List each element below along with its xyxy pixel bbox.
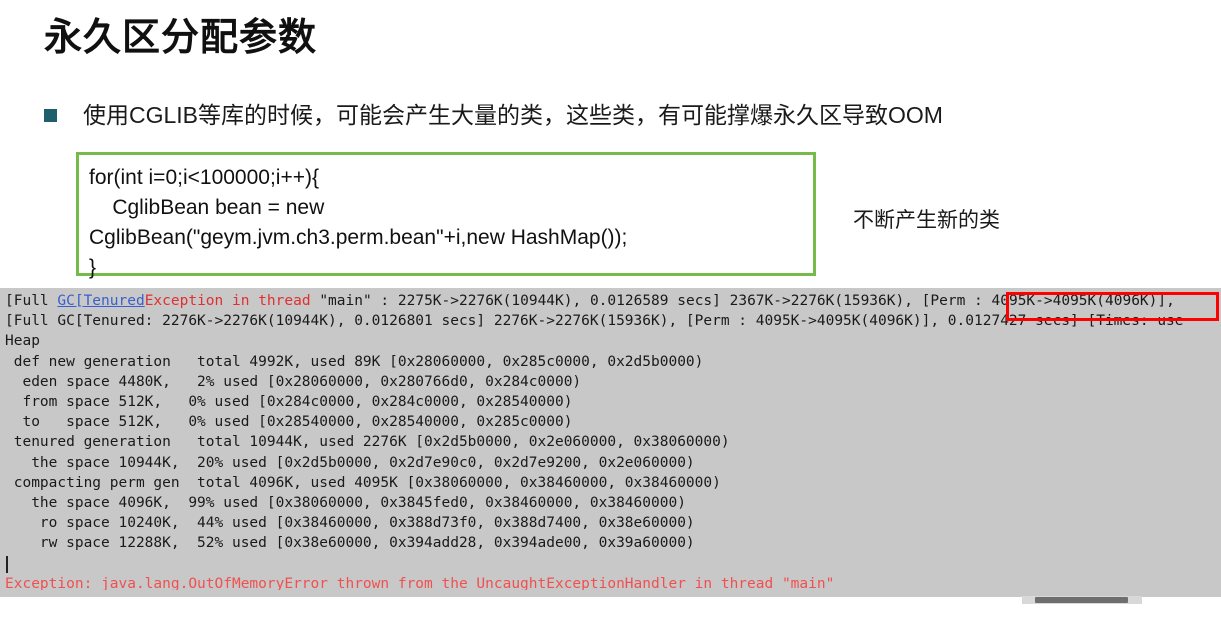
console-segment: : 2275K->2276K(10944K), 0.0126589 secs] … xyxy=(371,293,1175,309)
console-line-eden-space: eden space 4480K, 2% used [0x28060000, 0… xyxy=(5,373,582,390)
console-text-caret xyxy=(6,556,8,573)
console-line-gc-line-2: [Full GC[Tenured: 2276K->2276K(10944K), … xyxy=(5,313,1184,330)
console-output-panel[interactable]: [Full GC[TenuredException in thread "mai… xyxy=(0,288,1221,597)
console-line-perm-the-space: the space 4096K, 99% used [0x38060000, 0… xyxy=(5,495,686,511)
console-line-tenured-the-space: the space 10944K, 20% used [0x2d5b0000, … xyxy=(5,454,695,471)
console-line-compacting-perm-gen: compacting perm gen total 4096K, used 40… xyxy=(5,474,721,491)
code-snippet-box: for(int i=0;i<100000;i++){ CglibBean bea… xyxy=(76,152,816,279)
console-line-from-space: from space 512K, 0% used [0x284c0000, 0x… xyxy=(5,394,573,410)
bullet-item-label: 使用CGLIB等库的时候，可能会产生大量的类，这些类，有可能撑爆永久区导致OOM xyxy=(83,102,943,128)
console-segment[interactable]: GC[Tenured xyxy=(57,293,144,309)
code-snippet-text: for(int i=0;i<100000;i++){ CglibBean bea… xyxy=(89,166,628,279)
horizontal-scrollbar-thumb[interactable] xyxy=(1035,597,1128,603)
console-segment: Exception in thread xyxy=(144,293,320,309)
console-line-tenured-generation: tenured generation total 10944K, used 22… xyxy=(5,434,730,451)
slide-area: 永久区分配参数 使用CGLIB等库的时候，可能会产生大量的类，这些类，有可能撑爆… xyxy=(0,0,1221,288)
console-line-heap-header: Heap xyxy=(5,333,40,350)
console-line-to-space: to space 512K, 0% used [0x28540000, 0x28… xyxy=(5,414,573,431)
bullet-item: 使用CGLIB等库的时候，可能会产生大量的类，这些类，有可能撑爆永久区导致OOM xyxy=(44,100,943,130)
console-line-rw-space: rw space 12288K, 52% used [0x38e60000, 0… xyxy=(5,535,695,552)
console-line-gc-line-1: [Full GC[TenuredException in thread "mai… xyxy=(5,291,1175,311)
console-line-def-new-generation: def new generation total 4992K, used 89K… xyxy=(5,353,704,370)
bullet-square-icon xyxy=(44,108,57,122)
page-title: 永久区分配参数 xyxy=(44,17,318,59)
console-segment: "main" xyxy=(319,293,372,309)
console-segment: [Full xyxy=(5,293,58,309)
code-annotation-label: 不断产生新的类 xyxy=(853,209,1000,232)
console-line-ro-space: ro space 10240K, 44% used [0x38460000, 0… xyxy=(5,515,695,532)
